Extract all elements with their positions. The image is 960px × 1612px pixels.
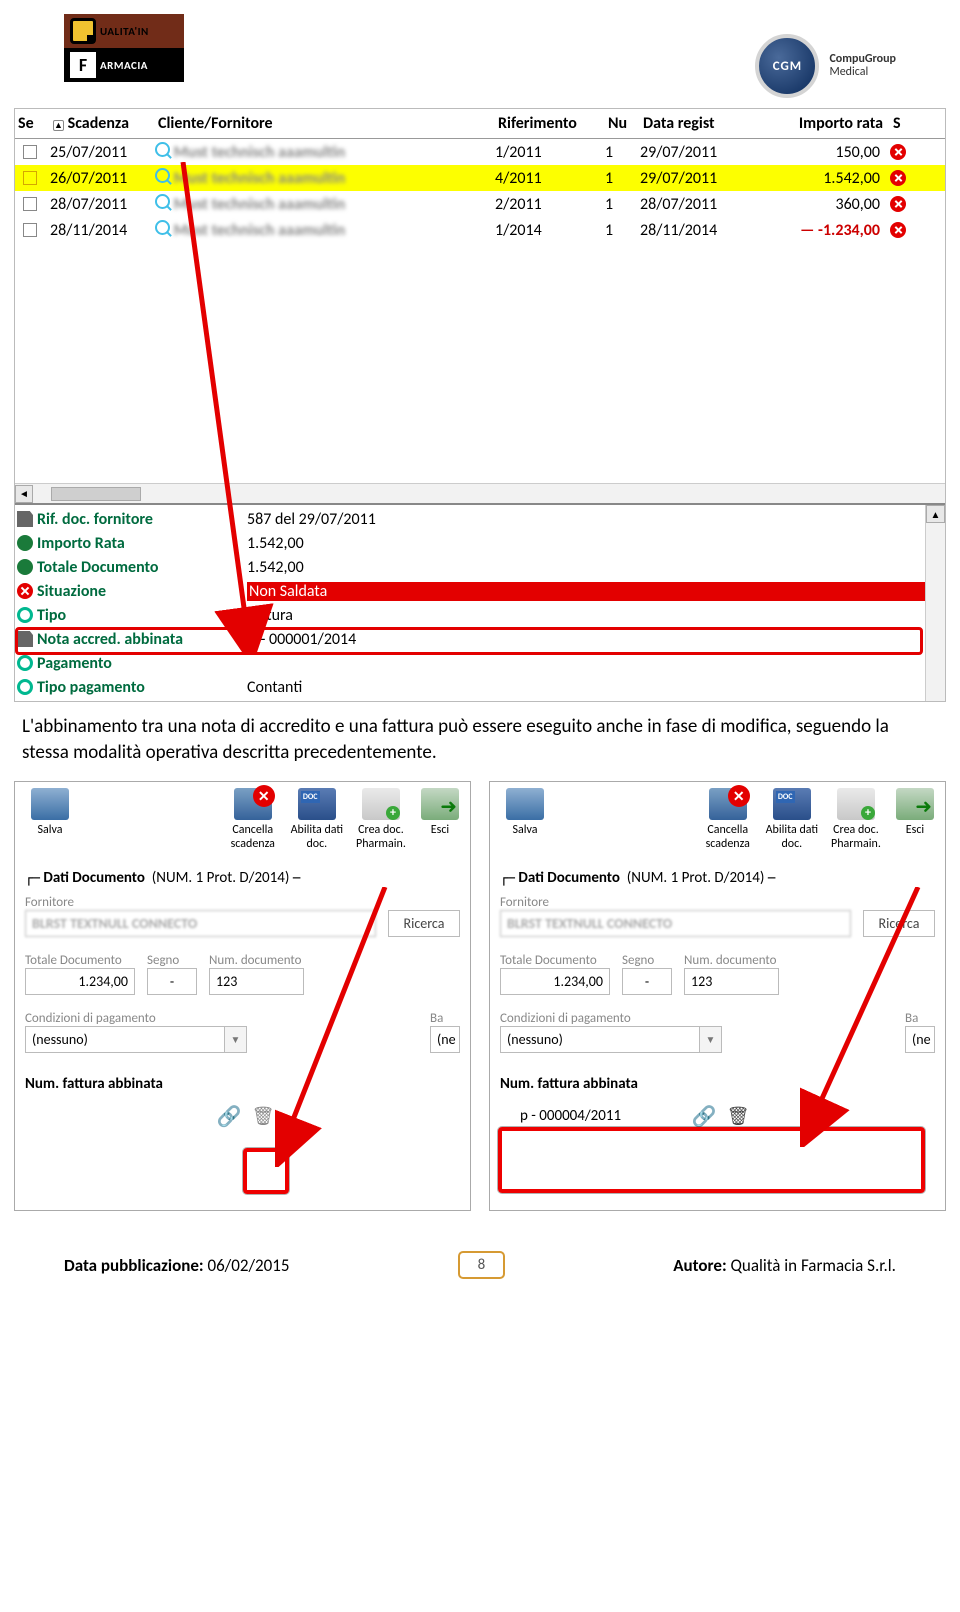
error-icon <box>17 583 33 599</box>
num-fattura-label: Num. fattura abbinata <box>500 1075 935 1093</box>
num-fattura-label: Num. fattura abbinata <box>25 1075 460 1093</box>
circle-icon <box>17 607 33 623</box>
cancel-deadline-button[interactable]: Cancella scadenza <box>697 788 759 851</box>
exit-button[interactable]: Esci <box>414 788 466 851</box>
cancel-deadline-button[interactable]: Cancella scadenza <box>222 788 284 851</box>
table-row[interactable]: 25/07/2011 Must technisch aaamultin 1/20… <box>15 139 945 165</box>
segno-input[interactable]: - <box>147 968 197 995</box>
status-icon <box>890 144 906 160</box>
detail-pane: Rif. doc. fornitore587 del 29/07/2011 Im… <box>15 503 945 701</box>
create-doc-button[interactable]: Crea doc. Pharmain. <box>825 788 887 851</box>
search-icon[interactable] <box>155 168 170 183</box>
exit-icon <box>896 788 934 820</box>
qf-logo: UALITA'IN FARMACIA <box>64 14 184 82</box>
fornitore-input[interactable]: BLRST TEXTNULL CONNECTO <box>500 910 851 937</box>
condizioni-select[interactable]: (nessuno) <box>500 1026 700 1053</box>
fornitore-label: Fornitore <box>500 895 935 910</box>
highlight-box <box>243 1148 289 1194</box>
screenshot-main: Se ▲ Scadenza Cliente/Fornitore Riferime… <box>14 108 946 702</box>
status-icon <box>890 222 906 238</box>
totale-input[interactable]: 1.234,00 <box>500 968 610 995</box>
search-icon[interactable] <box>155 142 170 157</box>
chevron-down-icon[interactable]: ▼ <box>225 1026 247 1053</box>
table-row[interactable]: 26/07/2011 Must technisch aaamultin 4/20… <box>15 165 945 191</box>
link-icon[interactable]: 🔗 <box>691 1103 717 1129</box>
grid-header: Se ▲ Scadenza Cliente/Fornitore Riferime… <box>15 109 945 139</box>
fornitore-input[interactable]: BLRST TEXTNULL CONNECTO <box>25 910 376 937</box>
search-icon[interactable] <box>155 194 170 209</box>
fieldset-title: ┌─ Dati Documento (NUM. 1 Prot. D/2014) … <box>25 869 460 887</box>
cancel-icon <box>234 788 272 820</box>
status-icon <box>890 170 906 186</box>
doc-icon <box>298 788 336 820</box>
enable-doc-button[interactable]: Abilita dati doc. <box>286 788 348 851</box>
trash-icon[interactable]: 🗑 <box>727 1103 749 1129</box>
cgm-logo: CGM CompuGroupMedical <box>755 34 896 98</box>
ba-select[interactable]: (ne <box>905 1026 935 1053</box>
search-icon[interactable] <box>155 220 170 235</box>
screenshot-dialog-left: Salva Cancella scadenza Abilita dati doc… <box>14 781 471 1211</box>
totale-input[interactable]: 1.234,00 <box>25 968 135 995</box>
doc-icon <box>773 788 811 820</box>
ricerca-button[interactable]: Ricerca <box>388 910 460 937</box>
chevron-down-icon[interactable]: ▼ <box>700 1026 722 1053</box>
fattura-abbinata-value: p - 000004/2011 <box>506 1107 681 1125</box>
condizioni-select[interactable]: (nessuno) <box>25 1026 225 1053</box>
create-doc-button[interactable]: Crea doc. Pharmain. <box>350 788 412 851</box>
new-doc-icon <box>362 788 400 820</box>
circle-icon <box>17 655 33 671</box>
euro-icon <box>17 535 33 551</box>
body-text: L'abbinamento tra una nota di accredito … <box>14 702 946 775</box>
vertical-scrollbar[interactable]: ▲ <box>925 505 945 701</box>
page-footer: Data pubblicazione: 06/02/2015 8 Autore:… <box>14 1211 946 1279</box>
grid-body: 25/07/2011 Must technisch aaamultin 1/20… <box>15 139 945 243</box>
segno-input[interactable]: - <box>622 968 672 995</box>
table-row[interactable]: 28/11/2014 Must technisch aaamultin 1/20… <box>15 217 945 243</box>
floppy-icon <box>31 788 69 820</box>
floppy-icon <box>506 788 544 820</box>
page-header: UALITA'IN FARMACIA CGM CompuGroupMedical <box>14 14 946 98</box>
horizontal-scrollbar[interactable]: ◄ <box>15 483 945 503</box>
doc-icon <box>17 511 33 527</box>
exit-button[interactable]: Esci <box>889 788 941 851</box>
save-button[interactable]: Salva <box>494 788 556 851</box>
numdoc-input[interactable]: 123 <box>684 968 779 995</box>
table-row[interactable]: 28/07/2011 Must technisch aaamultin 2/20… <box>15 191 945 217</box>
cancel-icon <box>709 788 747 820</box>
status-icon <box>890 196 906 212</box>
trash-icon[interactable]: 🗑 <box>252 1103 274 1129</box>
save-button[interactable]: Salva <box>19 788 81 851</box>
fieldset-title: ┌─ Dati Documento (NUM. 1 Prot. D/2014) … <box>500 869 935 887</box>
fornitore-label: Fornitore <box>25 895 460 910</box>
highlight-box <box>498 1127 925 1193</box>
link-icon[interactable]: 🔗 <box>216 1103 242 1129</box>
exit-icon <box>421 788 459 820</box>
new-doc-icon <box>837 788 875 820</box>
page-number: 8 <box>458 1251 506 1279</box>
circle-icon <box>17 679 33 695</box>
ba-select[interactable]: (ne <box>430 1026 460 1053</box>
numdoc-input[interactable]: 123 <box>209 968 304 995</box>
enable-doc-button[interactable]: Abilita dati doc. <box>761 788 823 851</box>
doc-icon <box>17 631 33 647</box>
ricerca-button[interactable]: Ricerca <box>863 910 935 937</box>
screenshot-dialog-right: Salva Cancella scadenza Abilita dati doc… <box>489 781 946 1211</box>
euro-icon <box>17 559 33 575</box>
